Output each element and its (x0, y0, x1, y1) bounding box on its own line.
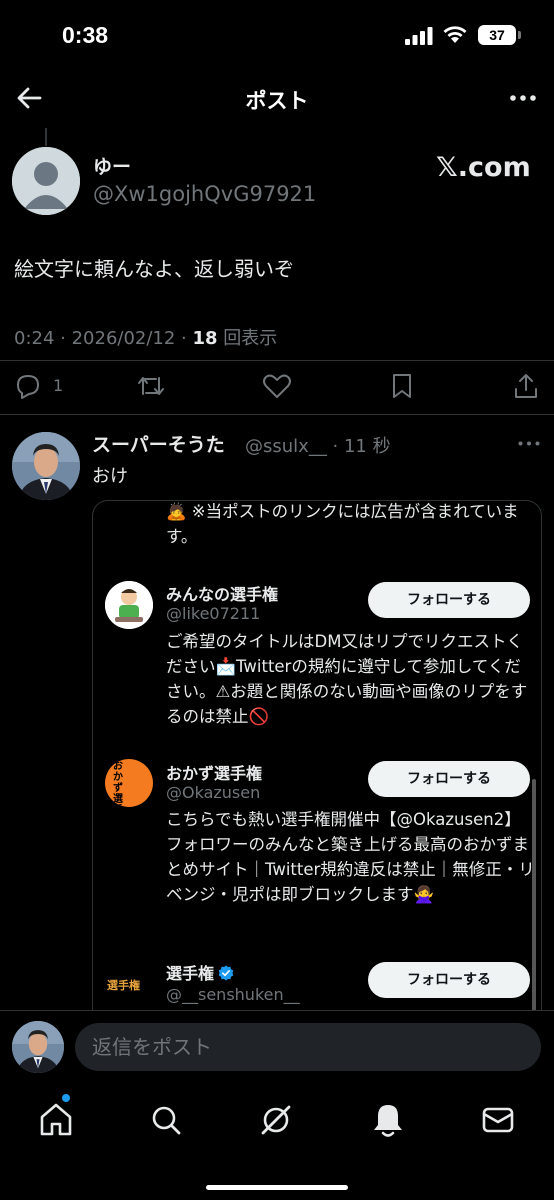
reply-author-name[interactable]: スーパーそうた (92, 430, 225, 457)
more-options-icon[interactable] (510, 95, 536, 101)
x-com-badge: 𝕏.com (436, 152, 531, 183)
post-timestamp: 0:24 · 2026/02/12 · (14, 328, 193, 349)
status-bar: 0:38 37 (0, 0, 554, 70)
post-actions: 1 (0, 372, 554, 402)
account-name-text: 選手権 (166, 964, 215, 983)
person-photo-icon (12, 432, 80, 500)
post-meta: 0:24 · 2026/02/12 · 18 回表示 (14, 324, 277, 350)
home-icon[interactable] (36, 1100, 76, 1140)
page-title: ポスト (245, 89, 309, 113)
cellular-signal-icon (405, 27, 433, 45)
account-avatar[interactable]: おかず選手権 (105, 759, 153, 807)
clock: 0:38 (62, 22, 109, 48)
thread-connector (45, 128, 47, 146)
like-icon[interactable] (262, 372, 292, 400)
embedded-media-card[interactable]: 🙇 ※当ポストのリンクには広告が含まれています。 みんなの選手権 @like07… (92, 500, 542, 1010)
reply-icon[interactable] (14, 372, 42, 400)
my-avatar[interactable] (12, 1021, 64, 1073)
post-text: 絵文字に頼んなよ、返し弱いぞ (14, 257, 294, 281)
reply-count: 1 (53, 376, 64, 395)
follow-button[interactable]: フォローする (368, 761, 530, 797)
account-avatar[interactable] (105, 581, 153, 629)
view-label: 回表示 (217, 328, 278, 349)
follow-button[interactable]: フォローする (368, 582, 530, 618)
account-name[interactable]: おかず選手権 (166, 760, 262, 784)
account-handle[interactable]: @__senshuken__ (166, 985, 300, 1004)
follow-button[interactable]: フォローする (368, 962, 530, 998)
account-avatar-text: 選手権 (107, 979, 140, 992)
verified-badge-icon (218, 965, 234, 981)
reply-author-handle[interactable]: @ssulx__ · 11 秒 (245, 432, 391, 458)
embed-scrollbar[interactable] (532, 779, 536, 1010)
top-nav: ポスト (0, 75, 554, 121)
bookmark-icon[interactable] (390, 372, 414, 400)
account-bio: ご希望のタイトルはDM又はリプでリクエストください📩Twitterの規約に遵守し… (166, 632, 528, 726)
bottom-tab-bar (0, 1082, 554, 1200)
view-count: 18 (192, 328, 218, 349)
embed-notice-text: 🙇 ※当ポストのリンクには広告が含まれています。 (166, 502, 519, 546)
wifi-icon (443, 26, 467, 43)
grok-icon[interactable] (256, 1100, 296, 1140)
messages-icon[interactable] (478, 1100, 518, 1140)
account-handle[interactable]: @like07211 (166, 604, 260, 623)
home-indicator (206, 1185, 348, 1190)
account-name[interactable]: 選手権 (166, 960, 234, 984)
account-handle[interactable]: @Okazusen (166, 783, 260, 802)
author-avatar[interactable] (12, 147, 80, 215)
reply-author-avatar[interactable] (12, 432, 80, 500)
author-handle[interactable]: @Xw1gojhQvG97921 (93, 182, 316, 206)
person-photo-icon (12, 1021, 64, 1073)
search-icon[interactable] (146, 1100, 186, 1140)
notification-dot (62, 1094, 70, 1102)
repost-icon[interactable] (136, 372, 166, 400)
divider (0, 360, 554, 361)
author-name[interactable]: ゆー (93, 152, 131, 179)
battery-indicator: 37 (478, 25, 521, 45)
account-avatar[interactable]: 選手権 (105, 961, 153, 1009)
mascot-avatar-icon (105, 581, 153, 629)
reply-text: おけ (92, 466, 128, 487)
account-avatar-text: おかず選手権 (113, 761, 123, 807)
reply-more-options-icon[interactable] (518, 441, 540, 446)
divider (0, 414, 554, 415)
notifications-icon[interactable] (368, 1100, 408, 1140)
default-avatar-icon (12, 147, 80, 215)
share-icon[interactable] (512, 372, 540, 400)
account-bio: こちらでも熱い選手権開催中【@Okazusen2】フォロワーのみんなと築き上げる… (166, 810, 535, 904)
reply-input[interactable] (75, 1023, 541, 1071)
account-name[interactable]: みんなの選手権 (166, 581, 278, 605)
reply-compose-bar (0, 1010, 554, 1082)
